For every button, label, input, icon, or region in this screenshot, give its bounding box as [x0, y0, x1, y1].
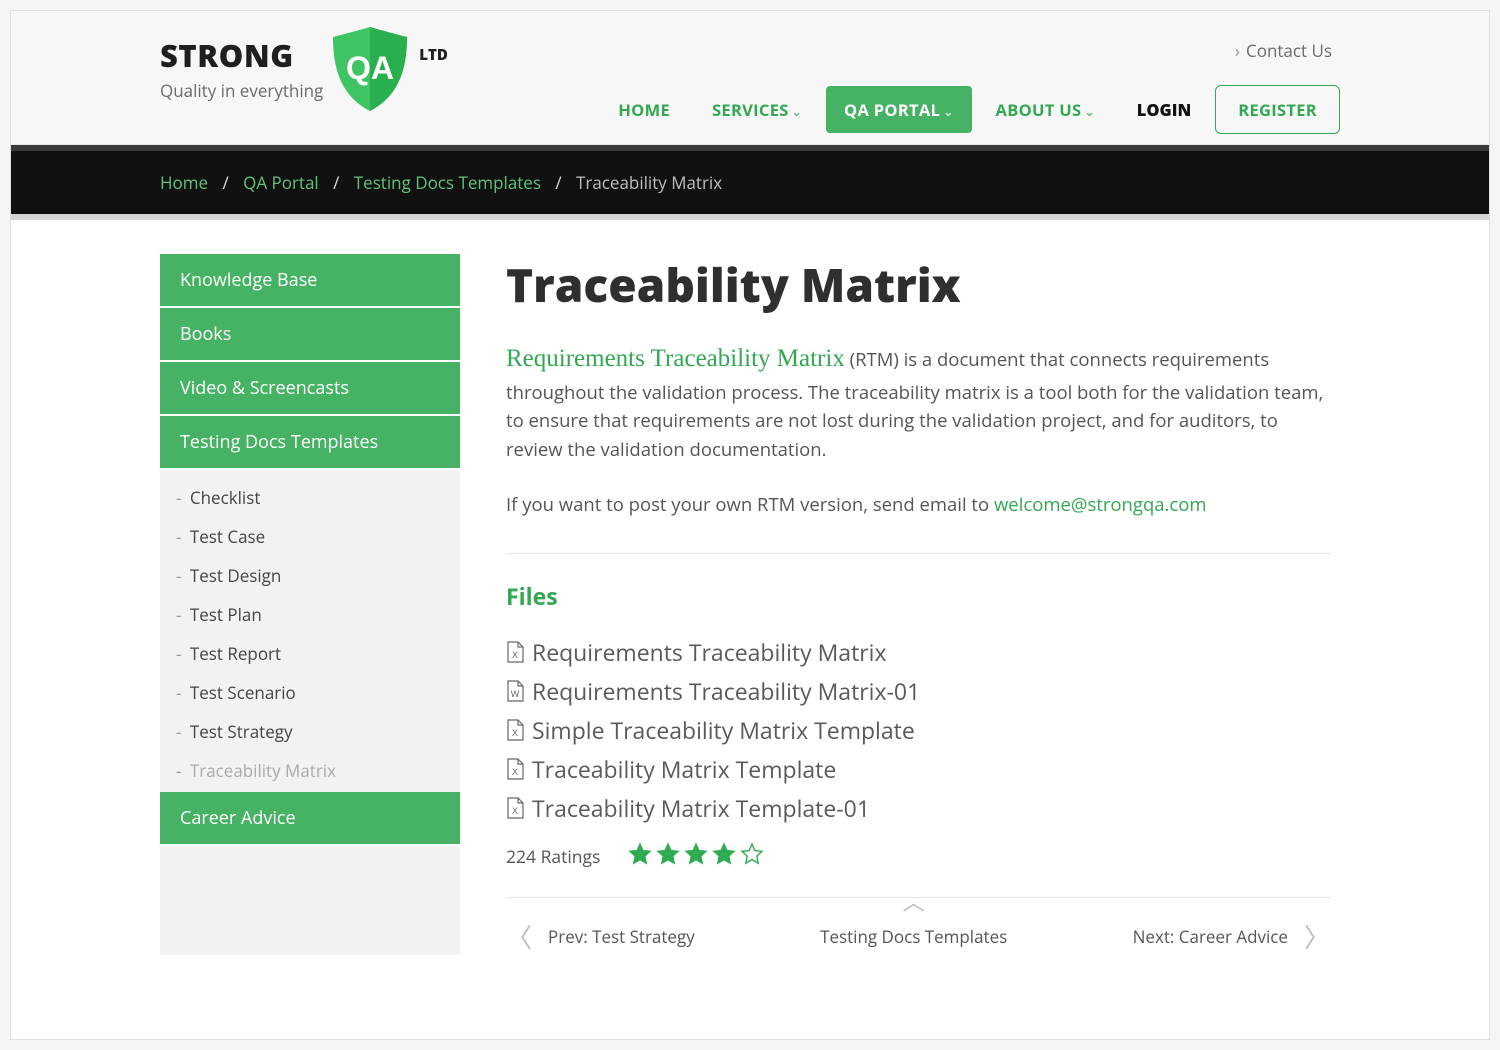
pager-prev[interactable]: 〈 Prev: Test Strategy [506, 918, 695, 955]
content: Knowledge Base Books Video & Screencasts… [160, 220, 1340, 955]
files-heading: Files [506, 580, 1330, 612]
register-button[interactable]: Register [1215, 85, 1340, 134]
file-item[interactable]: X Simple Traceability Matrix Template [506, 714, 1330, 746]
svg-text:X: X [512, 767, 518, 777]
svg-text:X: X [512, 650, 518, 660]
breadcrumb-tdt[interactable]: Testing Docs Templates [354, 171, 541, 194]
star-empty-icon[interactable] [740, 842, 764, 871]
file-item[interactable]: X Traceability Matrix Template-01 [506, 792, 1330, 824]
star-filled-icon[interactable] [628, 842, 652, 871]
star-filled-icon[interactable] [712, 842, 736, 871]
sidebar-item-checklist[interactable]: Checklist [160, 478, 460, 517]
file-excel-icon: X [506, 797, 524, 819]
shield-icon: QA [329, 25, 411, 113]
nav-services[interactable]: Services⌄ [694, 86, 820, 133]
lead-paragraph: Requirements Traceability Matrix (RTM) i… [506, 340, 1330, 465]
topbar-inner: Contact Us STRONG Quality in everything … [160, 11, 1340, 134]
nav-login[interactable]: Login [1119, 86, 1209, 133]
file-name: Simple Traceability Matrix Template [532, 714, 915, 746]
sidebar-item-test-scenario[interactable]: Test Scenario [160, 673, 460, 712]
sidebar-item-test-report[interactable]: Test Report [160, 634, 460, 673]
chevron-down-icon: ⌄ [943, 103, 953, 120]
nav-about-us[interactable]: About Us⌄ [978, 86, 1113, 133]
contact-us-link[interactable]: Contact Us [1235, 39, 1332, 62]
sidebar-sublist: Checklist Test Case Test Design Test Pla… [160, 470, 460, 792]
main-nav: Home Services⌄ QA Portal⌄ About Us⌄ Logi… [600, 85, 1340, 134]
logo-strong: STRONG [160, 25, 323, 77]
nav-home[interactable]: Home [600, 86, 688, 133]
logo-qa-text: QA [346, 50, 394, 86]
svg-text:W: W [511, 689, 520, 699]
ratings-text: 224 Ratings [506, 845, 600, 869]
breadcrumb: Home / QA Portal / Testing Docs Template… [11, 151, 1489, 214]
sidebar-cat-video[interactable]: Video & Screencasts [160, 362, 460, 416]
chevron-left-icon: 〈 [506, 918, 532, 955]
pager-up[interactable]: ︿ Testing Docs Templates [695, 925, 1133, 948]
sidebar-item-test-case[interactable]: Test Case [160, 517, 460, 556]
svg-text:X: X [512, 728, 518, 738]
breadcrumb-current: Traceability Matrix [576, 171, 722, 194]
file-item[interactable]: X Requirements Traceability Matrix [506, 636, 1330, 668]
file-item[interactable]: W Requirements Traceability Matrix-01 [506, 675, 1330, 707]
sidebar: Knowledge Base Books Video & Screencasts… [160, 254, 460, 955]
nav-qa-portal[interactable]: QA Portal⌄ [826, 86, 972, 133]
file-item[interactable]: X Traceability Matrix Template [506, 753, 1330, 785]
breadcrumb-qa-portal[interactable]: QA Portal [243, 171, 319, 194]
file-name: Requirements Traceability Matrix [532, 636, 887, 668]
file-name: Traceability Matrix Template-01 [532, 792, 870, 824]
chevron-down-icon: ⌄ [1084, 103, 1094, 120]
main: Traceability Matrix Requirements Traceab… [460, 254, 1340, 955]
chevron-up-icon: ︿ [903, 885, 925, 917]
lead-green: Requirements Traceability Matrix [506, 345, 845, 372]
file-name: Traceability Matrix Template [532, 753, 836, 785]
pager: 〈 Prev: Test Strategy ︿ Testing Docs Tem… [506, 897, 1330, 955]
sidebar-item-test-strategy[interactable]: Test Strategy [160, 712, 460, 751]
sidebar-item-traceability-matrix[interactable]: Traceability Matrix [160, 751, 460, 790]
header-row: STRONG Quality in everything QA LTD [160, 11, 1340, 134]
sidebar-cat-career-advice[interactable]: Career Advice [160, 792, 460, 846]
ratings: 224 Ratings [506, 842, 1330, 871]
file-excel-icon: X [506, 719, 524, 741]
page-title: Traceability Matrix [506, 254, 1330, 316]
email-link[interactable]: welcome@strongqa.com [994, 492, 1207, 517]
file-word-icon: W [506, 680, 524, 702]
sidebar-cat-tdt[interactable]: Testing Docs Templates [160, 416, 460, 470]
sidebar-item-test-plan[interactable]: Test Plan [160, 595, 460, 634]
file-name: Requirements Traceability Matrix-01 [532, 675, 920, 707]
sidebar-item-test-design[interactable]: Test Design [160, 556, 460, 595]
topbar: Contact Us STRONG Quality in everything … [11, 11, 1489, 145]
chevron-right-icon: 〉 [1304, 918, 1330, 955]
divider [506, 553, 1330, 554]
files-list: X Requirements Traceability Matrix W Req… [506, 636, 1330, 824]
breadcrumb-home[interactable]: Home [160, 171, 208, 194]
logo-block[interactable]: STRONG Quality in everything QA LTD [160, 25, 448, 113]
star-filled-icon[interactable] [656, 842, 680, 871]
star-filled-icon[interactable] [684, 842, 708, 871]
svg-text:X: X [512, 806, 518, 816]
pager-next[interactable]: Next: Career Advice 〉 [1133, 918, 1330, 955]
star-rating[interactable] [628, 842, 764, 871]
sidebar-cat-books[interactable]: Books [160, 308, 460, 362]
file-excel-icon: X [506, 758, 524, 780]
sidebar-cat-knowledge-base[interactable]: Knowledge Base [160, 254, 460, 308]
tagline: Quality in everything [160, 79, 323, 102]
file-excel-icon: X [506, 641, 524, 663]
logo-ltd: LTD [419, 25, 448, 65]
post-prompt: If you want to post your own RTM version… [506, 491, 1330, 520]
chevron-down-icon: ⌄ [792, 103, 802, 120]
page-root: Contact Us STRONG Quality in everything … [10, 10, 1490, 1040]
